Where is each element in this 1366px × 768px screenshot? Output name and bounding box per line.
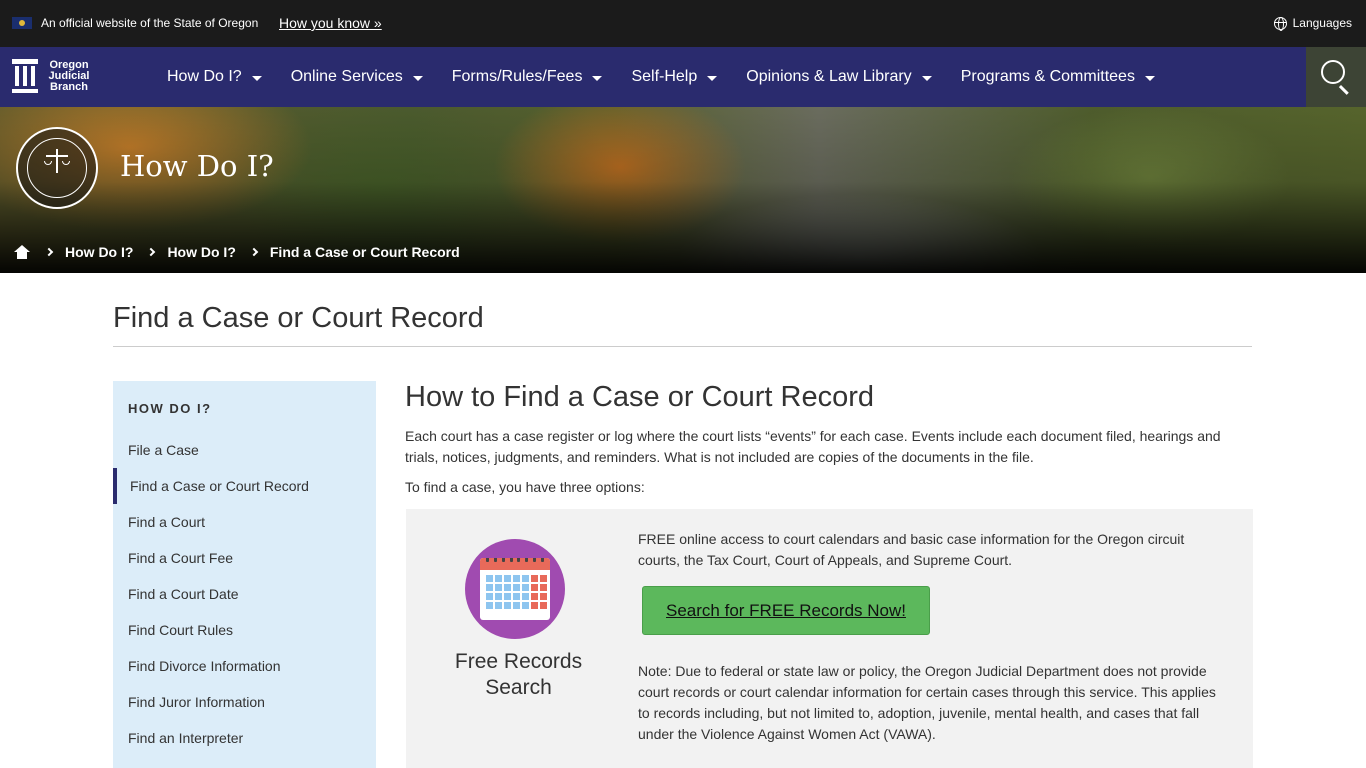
sidebar-heading: HOW DO I? [128, 401, 212, 416]
sidebar-item-file-a-case[interactable]: File a Case [113, 432, 376, 468]
official-banner: An official website of the State of Oreg… [0, 0, 1366, 47]
judicial-department-seal [16, 127, 98, 209]
caret-down-icon [412, 75, 423, 81]
sidebar-item-find-a-court-date[interactable]: Find a Court Date [113, 576, 376, 612]
caret-down-icon [1144, 75, 1155, 81]
nav-item-forms-rules-fees[interactable]: Forms/Rules/Fees [452, 47, 603, 107]
sidebar-item-find-a-court[interactable]: Find a Court [113, 504, 376, 540]
sidebar: HOW DO I? File a Case Find a Case or Cou… [113, 381, 376, 768]
site-logo[interactable]: Oregon Judicial Branch [12, 59, 92, 93]
free-records-label: Free Records Search [454, 650, 583, 699]
sidebar-item-find-a-case[interactable]: Find a Case or Court Record [113, 468, 376, 504]
languages-label: Languages [1292, 16, 1352, 30]
intro-paragraph: Each court has a case register or log wh… [405, 428, 1221, 465]
home-icon[interactable] [14, 245, 30, 259]
free-records-note: Note: Due to federal or state law or pol… [638, 663, 1216, 742]
how-you-know-link[interactable]: How you know » [279, 15, 382, 31]
free-records-panel: Free Records Search FREE online access t… [406, 509, 1253, 768]
caret-down-icon [707, 75, 718, 81]
search-button[interactable] [1306, 47, 1366, 107]
caret-down-icon [592, 75, 603, 81]
breadcrumb-item[interactable]: How Do I? [65, 244, 133, 260]
breadcrumb: How Do I? How Do I? Find a Case or Court… [14, 244, 475, 260]
nav-item-online-services[interactable]: Online Services [291, 47, 423, 107]
nav-menu: How Do I? Online Services Forms/Rules/Fe… [167, 47, 1184, 107]
hero-banner: How Do I? How Do I? How Do I? Find a Cas… [0, 107, 1366, 273]
hero-title: How Do I? [120, 149, 274, 183]
sidebar-item-find-juror-information[interactable]: Find Juror Information [113, 684, 376, 720]
page-title: Find a Case or Court Record [113, 302, 484, 334]
breadcrumb-current: Find a Case or Court Record [269, 244, 460, 260]
search-free-records-button[interactable]: Search for FREE Records Now! [642, 586, 930, 635]
nav-item-how-do-i[interactable]: How Do I? [167, 47, 262, 107]
chevron-right-icon [249, 247, 259, 257]
options-text: To find a case, you have three options: [405, 479, 645, 495]
caret-down-icon [251, 75, 262, 81]
nav-item-self-help[interactable]: Self-Help [631, 47, 718, 107]
globe-icon [1273, 16, 1287, 31]
sidebar-item-find-a-court-fee[interactable]: Find a Court Fee [113, 540, 376, 576]
courthouse-icon [12, 59, 38, 93]
languages-button[interactable]: Languages [1273, 16, 1352, 31]
nav-item-programs-committees[interactable]: Programs & Committees [961, 47, 1155, 107]
breadcrumb-item[interactable]: How Do I? [167, 244, 235, 260]
scales-of-justice-icon [44, 149, 70, 177]
sidebar-item-find-court-rules[interactable]: Find Court Rules [113, 612, 376, 648]
calendar-icon [465, 539, 565, 639]
nav-item-opinions-law-library[interactable]: Opinions & Law Library [746, 47, 932, 107]
main-heading: How to Find a Case or Court Record [405, 381, 875, 413]
logo-text: Oregon Judicial Branch [48, 58, 90, 93]
chevron-right-icon [147, 247, 156, 257]
chevron-right-icon [44, 247, 54, 257]
caret-down-icon [921, 75, 932, 81]
title-divider [113, 346, 1252, 347]
sidebar-item-find-an-interpreter[interactable]: Find an Interpreter [113, 720, 376, 756]
main-navigation: Oregon Judicial Branch How Do I? Online … [0, 47, 1366, 107]
official-text: An official website of the State of Oreg… [41, 16, 259, 30]
oregon-flag-icon [12, 17, 32, 29]
search-icon [1321, 60, 1345, 84]
sidebar-list: File a Case Find a Case or Court Record … [113, 432, 376, 756]
sidebar-item-find-divorce-information[interactable]: Find Divorce Information [113, 648, 376, 684]
free-records-description: FREE online access to court calendars an… [638, 531, 1185, 568]
